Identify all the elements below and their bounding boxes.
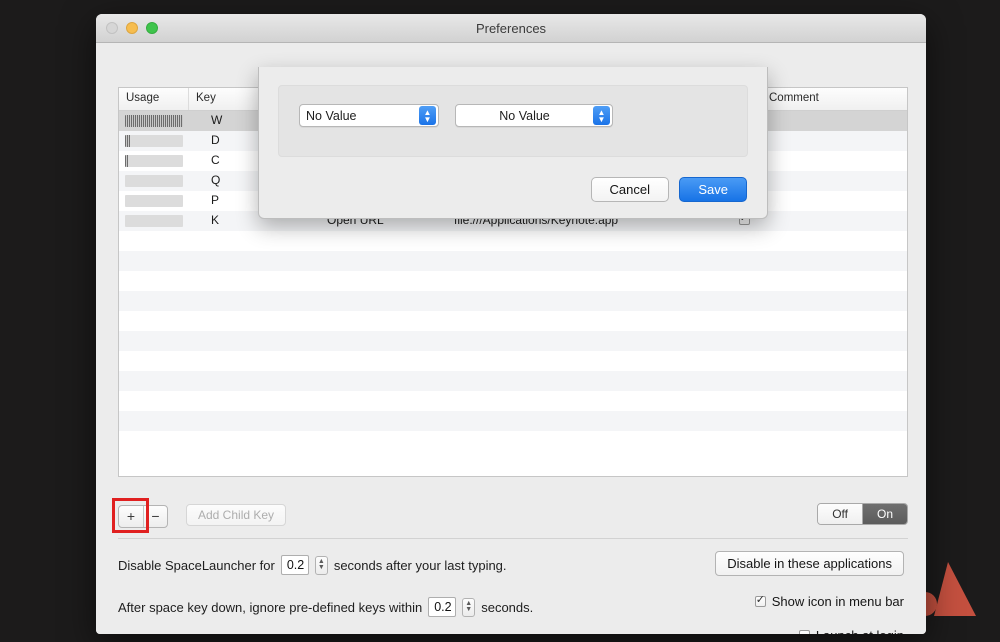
save-button[interactable]: Save	[679, 177, 747, 202]
cell-comment	[762, 211, 907, 231]
add-child-key-button[interactable]: Add Child Key	[186, 504, 286, 526]
enable-toggle: Off On	[817, 503, 908, 525]
launch-at-login-checkbox[interactable]	[799, 630, 810, 634]
table-empty-row[interactable]	[119, 351, 907, 371]
table-empty-row[interactable]	[119, 251, 907, 271]
disable-in-applications-button[interactable]: Disable in these applications	[715, 551, 904, 576]
disable-spacelauncher-prefix-label: Disable SpaceLauncher for	[118, 558, 275, 573]
remove-key-button[interactable]: −	[143, 506, 167, 527]
usage-bar	[125, 195, 183, 207]
disable-spacelauncher-suffix-label: seconds after your last typing.	[334, 558, 507, 573]
launch-at-login-label: Launch at login	[816, 628, 904, 634]
usage-bar-fill	[125, 115, 183, 127]
left-value-dropdown[interactable]: No Value ▲▼	[299, 104, 439, 127]
disable-spacelauncher-row: Disable SpaceLauncher for 0.2 ▲▼ seconds…	[118, 555, 507, 575]
ignore-predefined-keys-stepper[interactable]: ▲▼	[462, 598, 475, 617]
usage-bar	[125, 115, 183, 127]
value-picker-sheet: No Value ▲▼ No Value ▲▼ Cancel Save	[258, 67, 768, 219]
chevron-updown-icon: ▲▼	[419, 106, 436, 125]
right-value-dropdown-label: No Value	[456, 109, 593, 123]
table-empty-row[interactable]	[119, 231, 907, 251]
window-title: Preferences	[96, 14, 926, 43]
usage-bar	[125, 155, 183, 167]
ignore-predefined-keys-suffix-label: seconds.	[481, 600, 533, 615]
table-toolbar: + − Add Child Key Off On	[118, 495, 908, 537]
table-empty-row[interactable]	[119, 311, 907, 331]
launch-at-login-row[interactable]: Launch at login	[799, 628, 904, 634]
table-empty-row[interactable]	[119, 291, 907, 311]
preferences-window: Preferences Usage Key Comment WDCQPKOpen…	[96, 14, 926, 634]
cell-usage	[119, 111, 189, 131]
sheet-fields-group: No Value ▲▼ No Value ▲▼	[278, 85, 748, 157]
ignore-predefined-keys-prefix-label: After space key down, ignore pre-defined…	[118, 600, 422, 615]
show-icon-checkbox[interactable]	[755, 596, 766, 607]
right-value-dropdown[interactable]: No Value ▲▼	[455, 104, 613, 127]
usage-bar	[125, 175, 183, 187]
cell-comment	[762, 151, 907, 171]
usage-bar	[125, 215, 183, 227]
table-empty-row[interactable]	[119, 391, 907, 411]
cell-comment	[762, 171, 907, 191]
show-icon-in-menu-bar-row[interactable]: Show icon in menu bar	[755, 594, 904, 609]
table-empty-row[interactable]	[119, 431, 907, 451]
usage-bar	[125, 135, 183, 147]
table-empty-row[interactable]	[119, 371, 907, 391]
table-empty-row[interactable]	[119, 411, 907, 431]
column-header-usage[interactable]: Usage	[119, 88, 189, 110]
add-remove-segmented-control: + −	[118, 505, 168, 528]
add-key-button[interactable]: +	[119, 506, 143, 527]
toggle-option-on[interactable]: On	[862, 504, 907, 524]
cell-comment	[762, 111, 907, 131]
cell-usage	[119, 211, 189, 231]
cell-comment	[762, 191, 907, 211]
left-value-dropdown-label: No Value	[300, 109, 419, 123]
usage-bar-fill	[125, 135, 130, 147]
ignore-predefined-keys-row: After space key down, ignore pre-defined…	[118, 597, 533, 617]
window-titlebar: Preferences	[96, 14, 926, 43]
window-body: Usage Key Comment WDCQPKOpen URLfile:///…	[96, 43, 926, 634]
usage-bar-fill	[125, 155, 128, 167]
cell-usage	[119, 191, 189, 211]
toolbar-divider	[118, 538, 908, 539]
show-icon-label: Show icon in menu bar	[772, 594, 904, 609]
column-header-comment[interactable]: Comment	[762, 88, 907, 110]
cell-usage	[119, 151, 189, 171]
disable-spacelauncher-input[interactable]: 0.2	[281, 555, 309, 575]
chevron-updown-icon: ▲▼	[593, 106, 610, 125]
table-empty-row[interactable]	[119, 331, 907, 351]
cell-usage	[119, 171, 189, 191]
toggle-option-off[interactable]: Off	[818, 504, 862, 524]
cancel-button[interactable]: Cancel	[591, 177, 669, 202]
table-empty-row[interactable]	[119, 271, 907, 291]
cell-comment	[762, 131, 907, 151]
ignore-predefined-keys-input[interactable]: 0.2	[428, 597, 456, 617]
disable-spacelauncher-stepper[interactable]: ▲▼	[315, 556, 328, 575]
cell-usage	[119, 131, 189, 151]
